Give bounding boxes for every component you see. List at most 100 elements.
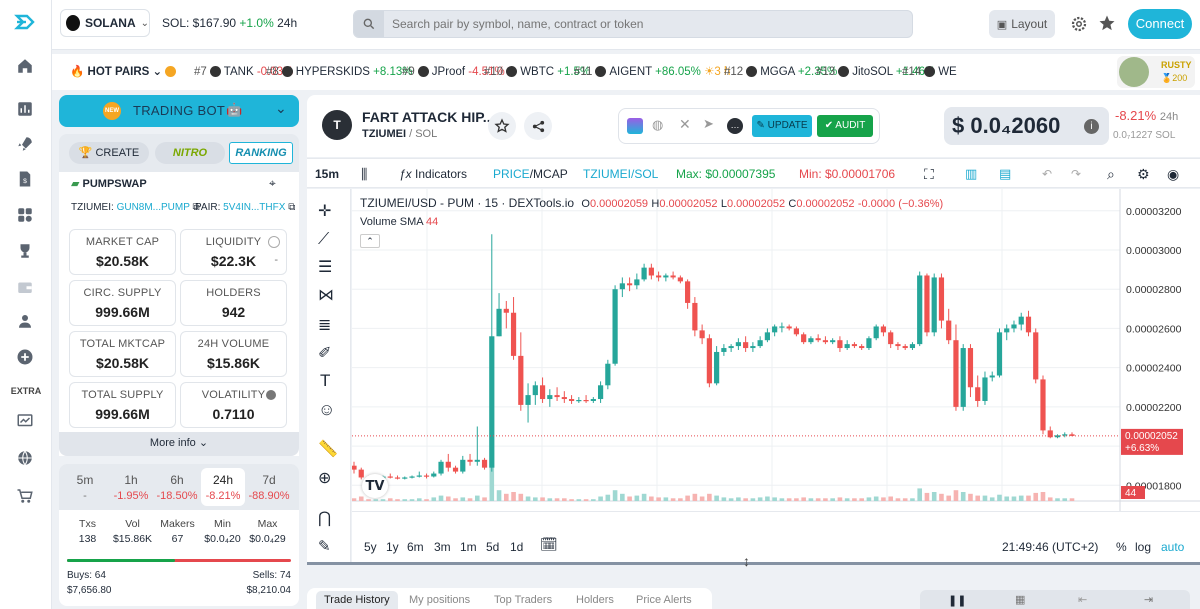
trophy-icon[interactable]: [14, 240, 36, 262]
share-icon[interactable]: [524, 112, 552, 140]
candle-type-icon[interactable]: ⫼: [361, 159, 367, 189]
update-button[interactable]: ✎ UPDATE: [752, 115, 812, 137]
nitro-button[interactable]: NITRO: [155, 142, 225, 164]
log-toggle[interactable]: log: [1135, 540, 1151, 554]
chart-style-icon[interactable]: ▤: [999, 159, 1011, 189]
user-badge[interactable]: RUSTY 🏅200: [1117, 56, 1195, 88]
chart-area[interactable]: 0.00003200 0.00003000 0.00002800 0.00002600…: [352, 189, 1200, 562]
hot-pairs-label[interactable]: 🔥 HOT PAIRS ⌄: [70, 54, 177, 90]
range-1y[interactable]: 1y: [386, 540, 399, 554]
create-button[interactable]: 🏆 CREATE: [69, 142, 149, 164]
layout-button[interactable]: ▣ Layout: [989, 10, 1055, 38]
settings-icon[interactable]: ⚙: [1137, 159, 1150, 189]
zoom-search-icon[interactable]: ⌕: [1107, 159, 1115, 189]
tradingview-logo[interactable]: 𝗧𝗩: [362, 474, 388, 498]
period-tab-1h[interactable]: 1h -1.95%: [109, 468, 153, 506]
price-mcap-toggle[interactable]: PRICE/MCAP: [493, 159, 568, 189]
range-1d[interactable]: 1d: [510, 540, 523, 554]
tab-price-alerts[interactable]: Price Alerts: [628, 591, 700, 609]
analytics-icon[interactable]: [14, 98, 36, 120]
calendar-icon[interactable]: ▦: [1015, 593, 1025, 606]
trend-line-icon[interactable]: ⟋: [318, 231, 329, 249]
bar-chart-icon[interactable]: ▥: [965, 159, 977, 189]
emoji-icon[interactable]: ☺: [318, 400, 335, 420]
telegram-icon[interactable]: ➤: [703, 116, 714, 132]
token-address[interactable]: TZIUMEI: GUN8M...PUMP ⧉: [71, 202, 200, 213]
range-5d[interactable]: 5d: [486, 540, 499, 554]
first-page-icon[interactable]: ⇤: [1078, 593, 1087, 606]
chart-board-icon[interactable]: [14, 410, 36, 432]
fib-icon[interactable]: ≣: [318, 315, 331, 335]
range-1m[interactable]: 1m: [460, 540, 477, 554]
audit-button[interactable]: ✔ AUDIT: [817, 115, 873, 137]
magnet-icon[interactable]: ⋂: [318, 508, 331, 528]
percent-toggle[interactable]: %: [1116, 540, 1127, 554]
tab-top-traders[interactable]: Top Traders: [486, 591, 560, 609]
range-6m[interactable]: 6m: [407, 540, 424, 554]
ticker-item[interactable]: #8 HYPERSKIDS +8.13%: [266, 54, 412, 90]
period-tab-5m[interactable]: 5m -: [63, 468, 107, 506]
document-dollar-icon[interactable]: $: [14, 168, 36, 190]
collapse-legend-button[interactable]: ⌃: [360, 234, 380, 248]
more-links-icon[interactable]: …: [727, 118, 743, 134]
rocket-icon[interactable]: [14, 133, 36, 155]
wallet-icon[interactable]: [14, 276, 36, 298]
crosshair-icon[interactable]: ✛: [318, 201, 331, 221]
pair-toggle[interactable]: TZIUMEI/SOL: [583, 159, 658, 189]
ticker-item[interactable]: #14 WE: [902, 54, 957, 90]
pattern-icon[interactable]: ⋈: [318, 285, 334, 305]
horizontal-lines-icon[interactable]: ☰: [318, 257, 332, 277]
interval-selector[interactable]: 15m: [315, 159, 339, 189]
camera-icon[interactable]: ◉: [1167, 159, 1179, 189]
auto-toggle[interactable]: auto: [1161, 540, 1184, 554]
candlestick-chart[interactable]: 0.00003200 0.00003000 0.00002800 0.00002600…: [352, 189, 1200, 511]
ranking-button[interactable]: RANKING: [229, 142, 293, 164]
connect-button[interactable]: Connect: [1128, 9, 1192, 39]
globe-icon[interactable]: [14, 447, 36, 469]
favorite-star-icon[interactable]: [488, 112, 516, 140]
twitter-x-icon[interactable]: ✕: [679, 116, 691, 133]
range-5y[interactable]: 5y: [364, 540, 377, 554]
resize-arrows-icon[interactable]: ↕: [743, 553, 750, 569]
indicators-button[interactable]: ƒx Indicators: [399, 159, 467, 189]
ticker-item[interactable]: #11 AIGENT +86.05% ☀3 h: [574, 54, 730, 90]
period-tab-6h[interactable]: 6h -18.50%: [155, 468, 199, 506]
last-page-icon[interactable]: ⇥: [1144, 593, 1153, 606]
user-icon[interactable]: [14, 310, 36, 332]
period-tab-7d[interactable]: 7d -88.90%: [247, 468, 291, 506]
volume-bar: [699, 496, 705, 501]
solscan-icon[interactable]: [627, 118, 643, 134]
lock-edit-icon[interactable]: ✎: [318, 537, 331, 555]
tab-holders[interactable]: Holders: [568, 591, 622, 609]
apps-icon[interactable]: [14, 204, 36, 226]
add-icon[interactable]: [14, 346, 36, 368]
pair-address[interactable]: PAIR: 5V4IN...THFX ⧉: [195, 202, 295, 213]
trading-bot-button[interactable]: NEW TRADING BOT 🤖 ⌄: [59, 95, 299, 127]
tab-my-positions[interactable]: My positions: [401, 591, 478, 609]
search-input[interactable]: [392, 15, 892, 33]
website-globe-icon[interactable]: ◍: [652, 117, 663, 133]
range-3m[interactable]: 3m: [434, 540, 451, 554]
redo-icon[interactable]: ↷: [1071, 159, 1081, 189]
text-tool-icon[interactable]: T: [320, 371, 330, 391]
undo-icon[interactable]: ↶: [1042, 159, 1052, 189]
date-range-calendar-icon[interactable]: 🗓: [540, 536, 558, 553]
chain-selector[interactable]: SOLANA ⌄: [60, 9, 150, 37]
zoom-in-icon[interactable]: ⊕: [318, 468, 331, 488]
more-info-button[interactable]: More info ⌄: [59, 432, 299, 456]
ruler-icon[interactable]: 📏: [318, 439, 338, 459]
brush-icon[interactable]: ✐: [318, 343, 331, 363]
home-icon[interactable]: [14, 55, 36, 77]
favorites-star-icon[interactable]: [1098, 14, 1116, 32]
dextools-logo[interactable]: [12, 10, 38, 36]
fullscreen-icon[interactable]: ⛶: [924, 159, 934, 189]
binoculars-icon[interactable]: ⌖: [269, 176, 276, 191]
settings-gear-icon[interactable]: [1070, 15, 1088, 33]
info-icon[interactable]: i: [1084, 119, 1099, 134]
cart-icon[interactable]: [14, 485, 36, 507]
period-tab-24h[interactable]: 24h -8.21%: [201, 468, 245, 506]
search-bar[interactable]: [353, 10, 913, 38]
pause-icon[interactable]: ❚❚: [948, 594, 966, 607]
tab-trade-history[interactable]: Trade History: [316, 591, 398, 609]
resize-handle[interactable]: [307, 562, 1200, 565]
